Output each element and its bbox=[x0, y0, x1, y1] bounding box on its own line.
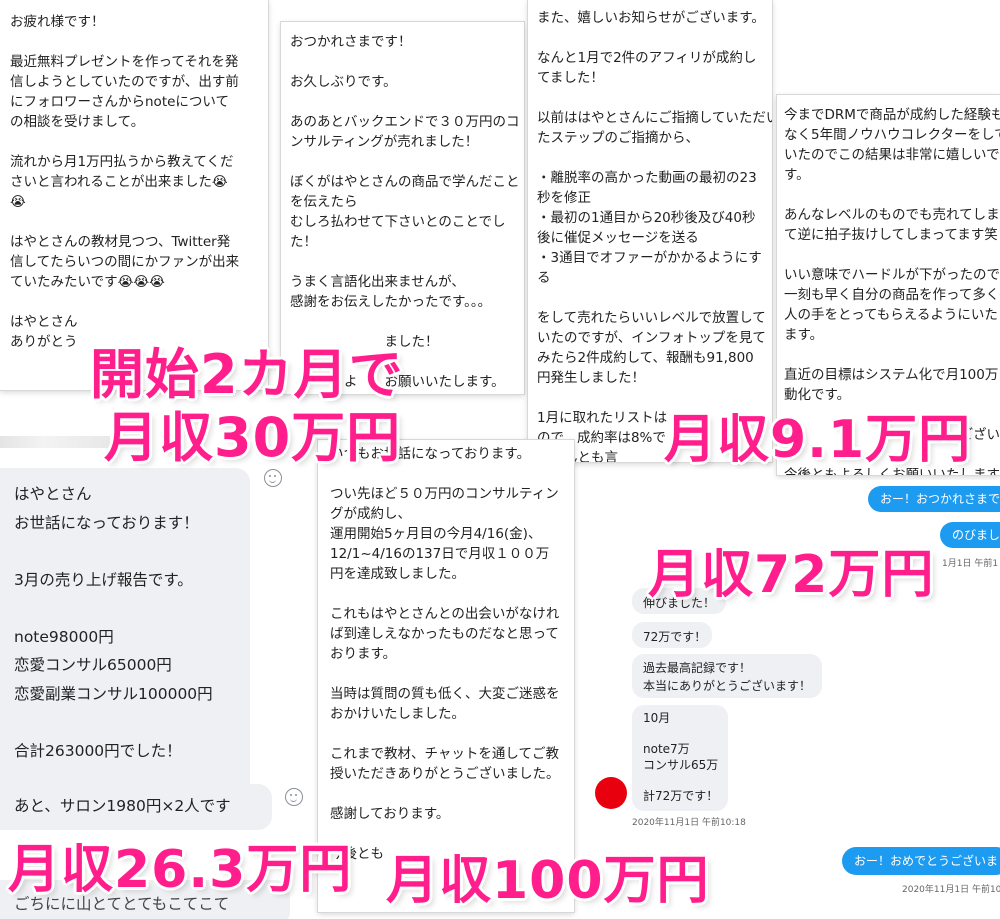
outgoing-message: のびまし bbox=[940, 522, 1000, 548]
message-lines: 10月 note7万 コンサル65万 計72万です！ bbox=[643, 711, 719, 803]
message-lines: また、嬉しいお知らせがございます。 なんと1月で2件のアフィリが成約し てました！… bbox=[537, 10, 772, 462]
emoji-reaction-icon[interactable] bbox=[285, 788, 303, 806]
caption-income-9-1: 月収9.1万円 bbox=[664, 410, 972, 470]
chat-bubble: はやとさん お世話になっております！ 3月の売り上げ報告です。 note98000… bbox=[0, 468, 250, 808]
message-timestamp: 2020年11月1日 午前10:18 bbox=[632, 818, 746, 828]
incoming-message: 10月 note7万 コンサル65万 計72万です！ bbox=[632, 705, 728, 811]
incoming-message: 72万です！ bbox=[632, 622, 712, 648]
message-timestamp: 2020年11月1日 午前10 bbox=[902, 885, 1000, 895]
message-timestamp: 1月1日 午前1 bbox=[942, 559, 999, 569]
message-lines: はやとさん お世話になっております！ 3月の売り上げ報告です。 note98000… bbox=[14, 485, 213, 760]
incoming-message: 過去最高記録です！ 本当にありがとうございます！ bbox=[632, 654, 822, 698]
caption-income-26-3: 月収26.3万円 bbox=[8, 840, 353, 900]
caption-income-72: 月収72万円 bbox=[648, 545, 935, 605]
avatar[interactable] bbox=[595, 777, 627, 809]
caption-income-100: 月収100万円 bbox=[386, 851, 710, 911]
chat-bubble: あと、サロン1980円×2人です bbox=[0, 784, 272, 830]
caption-income-30: 月収30万円 bbox=[104, 406, 402, 469]
message-lines: お疲れ様です！ 最近無料プレゼントを作ってそれを発 信しようとしていたのですが、出… bbox=[10, 14, 240, 350]
message-card-3: また、嬉しいお知らせがございます。 なんと1月で2件のアフィリが成約し てました！… bbox=[528, 0, 772, 462]
outgoing-message: おー！おつかれさまで bbox=[868, 486, 1000, 512]
message-lines: いつもお世話になっております。 つい先ほど５０万円のコンサルティン グが成約し、 … bbox=[330, 446, 560, 862]
outgoing-message: おー！おめでとうございま bbox=[842, 847, 1000, 875]
blurred-username bbox=[0, 436, 110, 448]
